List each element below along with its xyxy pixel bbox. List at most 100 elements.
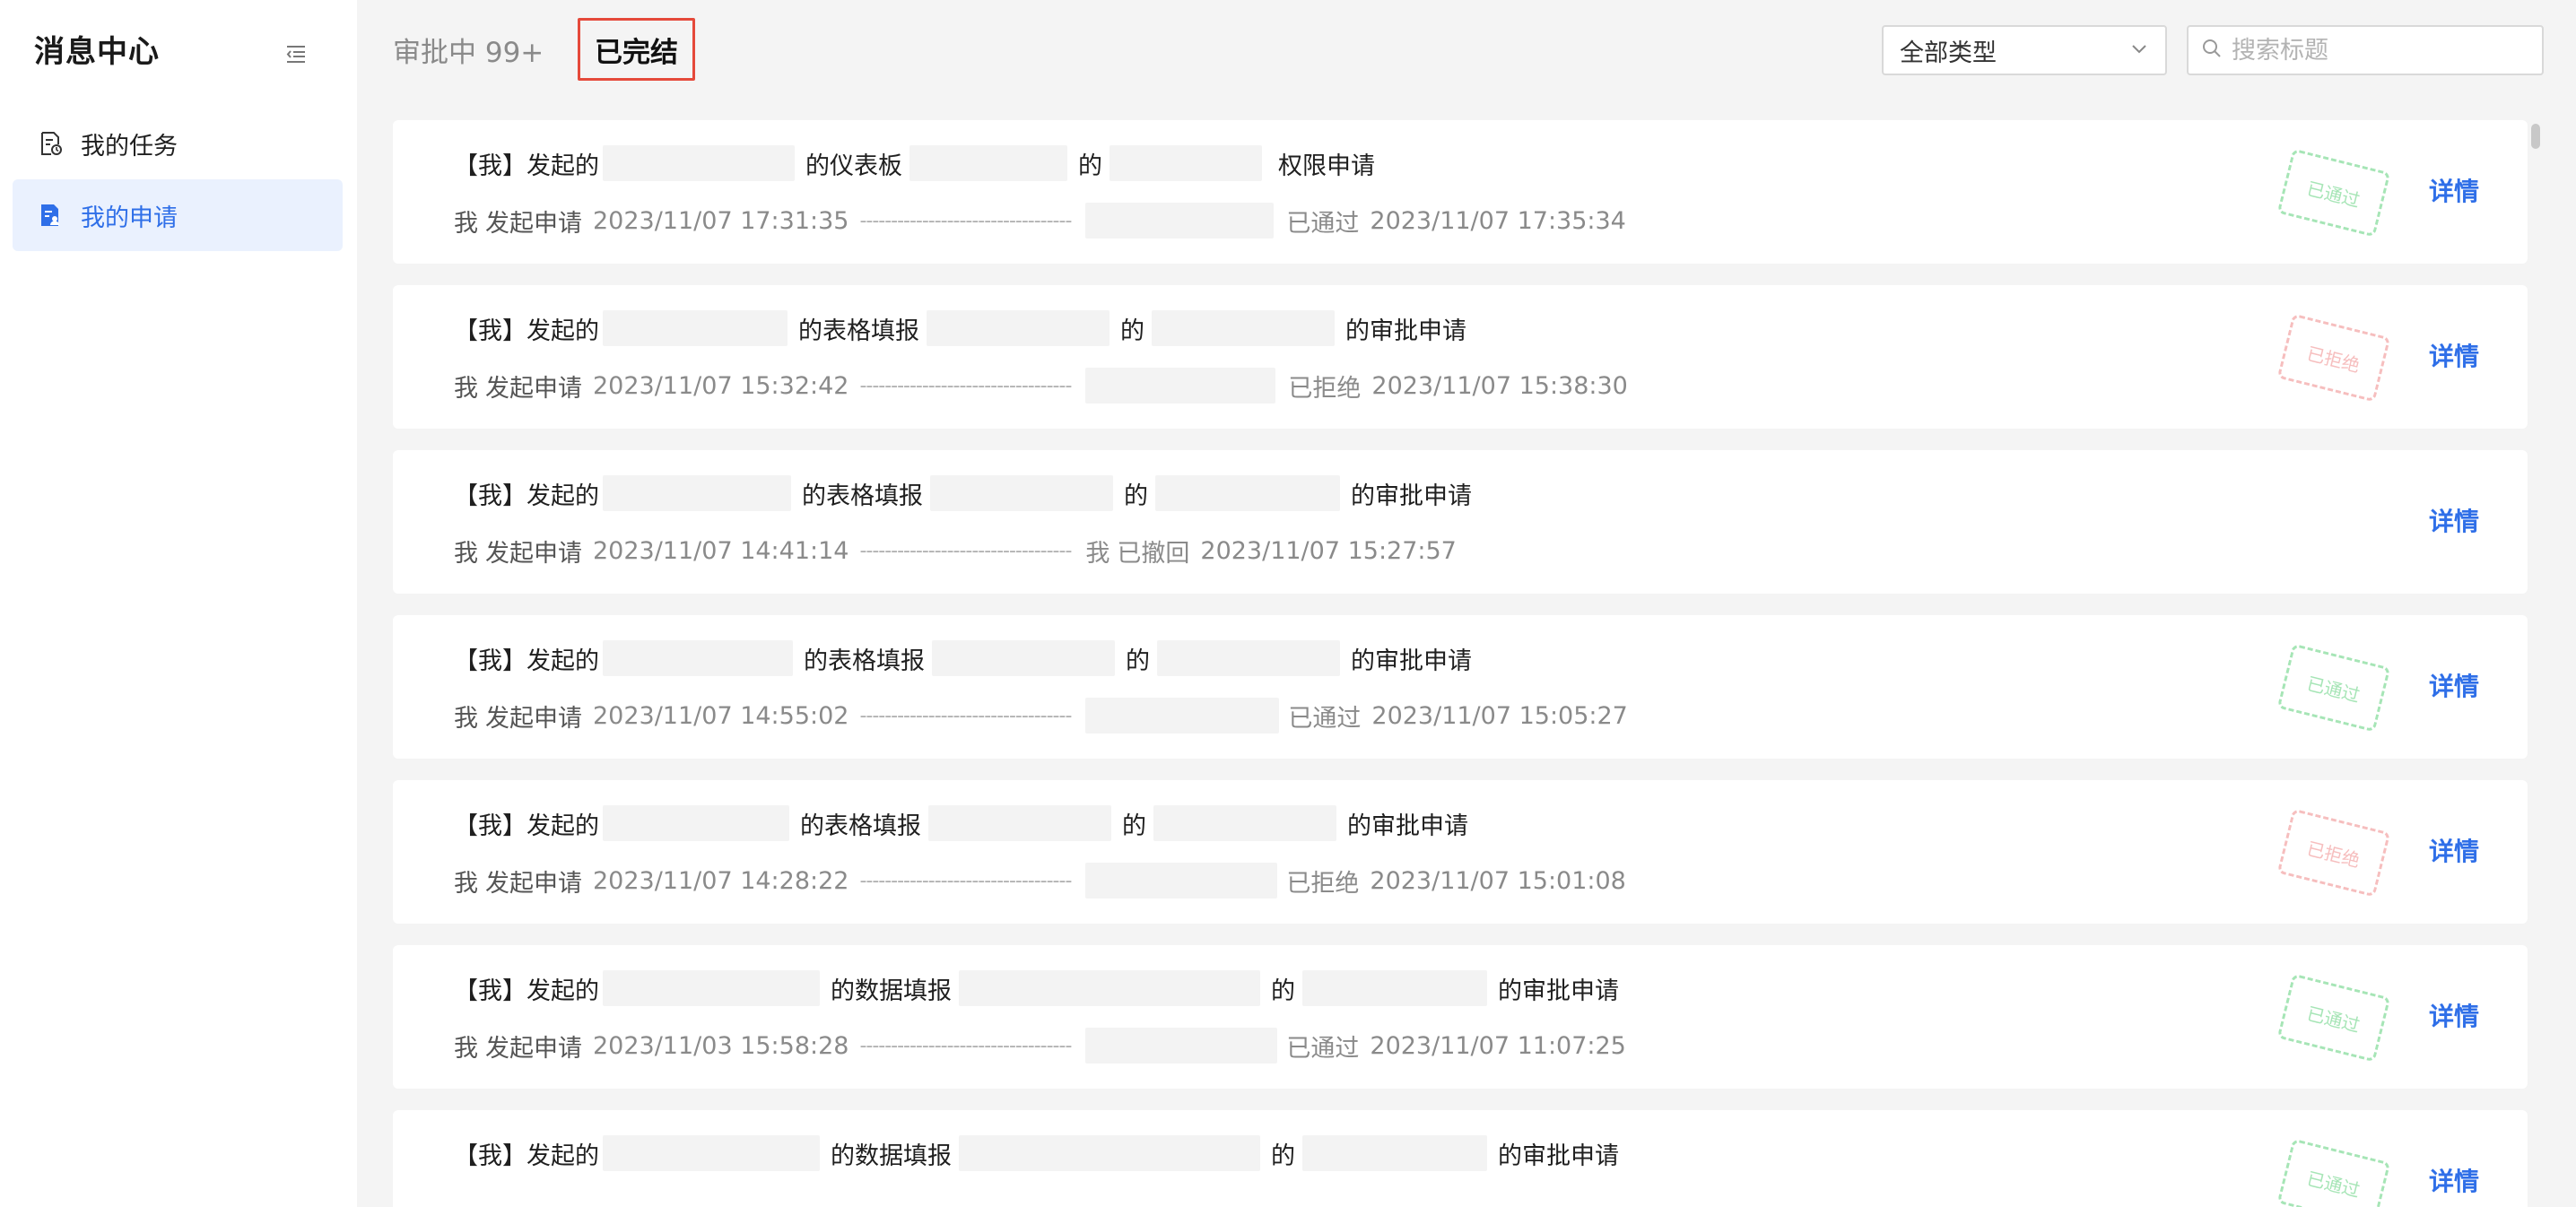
redacted-text	[959, 970, 1260, 1006]
application-document-icon	[36, 201, 65, 230]
apply-time: 2023/11/07 15:32:42	[593, 371, 849, 400]
sidebar: 消息中心 我的任务 我的申请	[0, 0, 357, 1207]
record-joiner: 的	[1120, 317, 1144, 345]
approved-stamp-icon: 已通过	[2276, 973, 2391, 1063]
redacted-text	[603, 970, 820, 1006]
redacted-text	[1085, 368, 1276, 404]
record-suffix: 的审批申请	[1498, 1142, 1619, 1170]
record-prefix: 【我】发起的	[454, 812, 599, 840]
record-joiner: 的	[1078, 152, 1102, 180]
record-suffix: 的审批申请	[1345, 317, 1466, 345]
sidebar-item-my-tasks[interactable]: 我的任务	[13, 108, 343, 179]
detail-link[interactable]: 详情	[2429, 832, 2479, 868]
search-icon	[2201, 38, 2223, 63]
record-title: 【我】发起的 的表格填报 的 的审批申请	[454, 640, 1475, 676]
redacted-text	[603, 475, 791, 511]
list-scrollbar[interactable]	[2531, 124, 2540, 149]
search-box[interactable]	[2187, 25, 2544, 75]
apply-action: 发起申请	[485, 704, 582, 733]
redacted-text	[1085, 863, 1278, 899]
timeline-connector: ----------------------------------	[859, 539, 1072, 562]
apply-time: 2023/11/07 17:31:35	[593, 206, 849, 235]
applicant: 我	[454, 209, 478, 238]
sidebar-item-label: 我的任务	[81, 132, 178, 161]
detail-link[interactable]: 详情	[2429, 502, 2479, 538]
record-title: 【我】发起的 的数据填报 的 的审批申请	[454, 970, 1623, 1006]
detail-link[interactable]: 详情	[2429, 667, 2479, 703]
record-prefix: 【我】发起的	[454, 977, 599, 1005]
apply-time: 2023/11/07 14:41:14	[593, 536, 849, 565]
timeline-connector: ----------------------------------	[859, 1034, 1072, 1057]
rejected-stamp-icon: 已拒绝	[2276, 808, 2391, 898]
record-object-type: 的表格填报	[802, 482, 923, 510]
record-object-type: 的表格填报	[800, 812, 921, 840]
approved-stamp-icon: 已通过	[2276, 643, 2391, 733]
record-object-type: 的表格填报	[798, 317, 919, 345]
result-actor: 我	[1085, 539, 1110, 568]
main-content: 审批中 99+ 已完结 全部类型 【我】发起的	[357, 0, 2576, 1207]
collapse-sidebar-icon[interactable]	[282, 39, 310, 68]
record-object-type: 的数据填报	[831, 1142, 952, 1170]
result-time: 2023/11/07 15:01:08	[1370, 866, 1626, 895]
application-list[interactable]: 【我】发起的 的仪表板 的 权限申请 我 发起申请 2023/11/07 17:…	[393, 120, 2528, 1207]
redacted-text	[603, 805, 789, 841]
record-prefix: 【我】发起的	[454, 317, 599, 345]
redacted-text	[603, 310, 788, 346]
apply-time: 2023/11/07 14:28:22	[593, 866, 849, 895]
record-meta: 我 发起申请 2023/11/07 14:55:02 -------------…	[454, 698, 1628, 734]
record-title: 【我】发起的 的仪表板 的 权限申请	[454, 145, 1379, 181]
detail-link[interactable]: 详情	[2429, 997, 2479, 1033]
type-filter-select[interactable]: 全部类型	[1882, 25, 2167, 75]
sidebar-item-my-applications[interactable]: 我的申请	[13, 179, 343, 251]
redacted-text	[909, 145, 1067, 181]
redacted-text	[1085, 203, 1275, 239]
applicant: 我	[454, 539, 478, 568]
redacted-text	[603, 145, 795, 181]
tab-pending[interactable]: 审批中 99+	[377, 18, 560, 81]
result-time: 2023/11/07 15:05:27	[1371, 701, 1628, 730]
approved-stamp-icon: 已通过	[2276, 1138, 2391, 1207]
apply-action: 发起申请	[485, 1034, 582, 1063]
detail-link[interactable]: 详情	[2429, 172, 2479, 208]
record-title: 【我】发起的 的数据填报 的 的审批申请	[454, 1135, 1623, 1171]
applicant: 我	[454, 1034, 478, 1063]
redacted-text	[930, 475, 1113, 511]
applicant: 我	[454, 869, 478, 898]
record-meta: 我 发起申请 2023/11/07 14:41:14 -------------…	[454, 533, 1457, 569]
timeline-connector: ----------------------------------	[859, 374, 1072, 397]
detail-link[interactable]: 详情	[2429, 1162, 2479, 1198]
redacted-text	[1302, 970, 1487, 1006]
record-object-type: 的表格填报	[804, 647, 925, 675]
record-object-type: 的数据填报	[831, 977, 952, 1005]
record-prefix: 【我】发起的	[454, 152, 599, 180]
rejected-stamp-icon: 已拒绝	[2276, 313, 2391, 403]
result-status: 已通过	[1286, 209, 1360, 238]
apply-action: 发起申请	[485, 209, 582, 238]
record-title: 【我】发起的 的表格填报 的 的审批申请	[454, 310, 1470, 346]
tab-completed[interactable]: 已完结	[578, 18, 695, 81]
result-status: 已通过	[1286, 1034, 1360, 1063]
list-item: 【我】发起的 的表格填报 的 的审批申请 我 发起申请 2023/11/07 1…	[393, 450, 2528, 594]
apply-action: 发起申请	[485, 869, 582, 898]
record-joiner: 的	[1271, 977, 1295, 1005]
app-root: 消息中心 我的任务 我的申请 审批中 99+ 已完结 全部类型 搜索标题 【我】…	[0, 0, 2576, 1207]
redacted-text	[603, 640, 793, 676]
detail-link[interactable]: 详情	[2429, 337, 2479, 373]
search-input[interactable]	[2232, 36, 2538, 65]
sidebar-title: 消息中心	[34, 34, 160, 70]
sidebar-item-label: 我的申请	[81, 204, 178, 232]
record-meta: 我 发起申请 2023/11/07 14:28:22 -------------…	[454, 863, 1626, 899]
record-joiner: 的	[1122, 812, 1146, 840]
record-meta: 我 发起申请 2023/11/07 15:32:42 -------------…	[454, 368, 1628, 404]
record-joiner: 的	[1124, 482, 1148, 510]
record-joiner: 的	[1271, 1142, 1295, 1170]
result-time: 2023/11/07 11:07:25	[1370, 1031, 1626, 1060]
chevron-down-icon	[2129, 37, 2149, 65]
record-suffix: 的审批申请	[1351, 482, 1472, 510]
result-time: 2023/11/07 15:27:57	[1200, 536, 1457, 565]
timeline-connector: ----------------------------------	[859, 869, 1072, 892]
record-suffix: 的审批申请	[1347, 812, 1468, 840]
record-suffix: 的审批申请	[1351, 647, 1472, 675]
result-status: 已拒绝	[1286, 869, 1360, 898]
record-suffix: 的审批申请	[1498, 977, 1619, 1005]
